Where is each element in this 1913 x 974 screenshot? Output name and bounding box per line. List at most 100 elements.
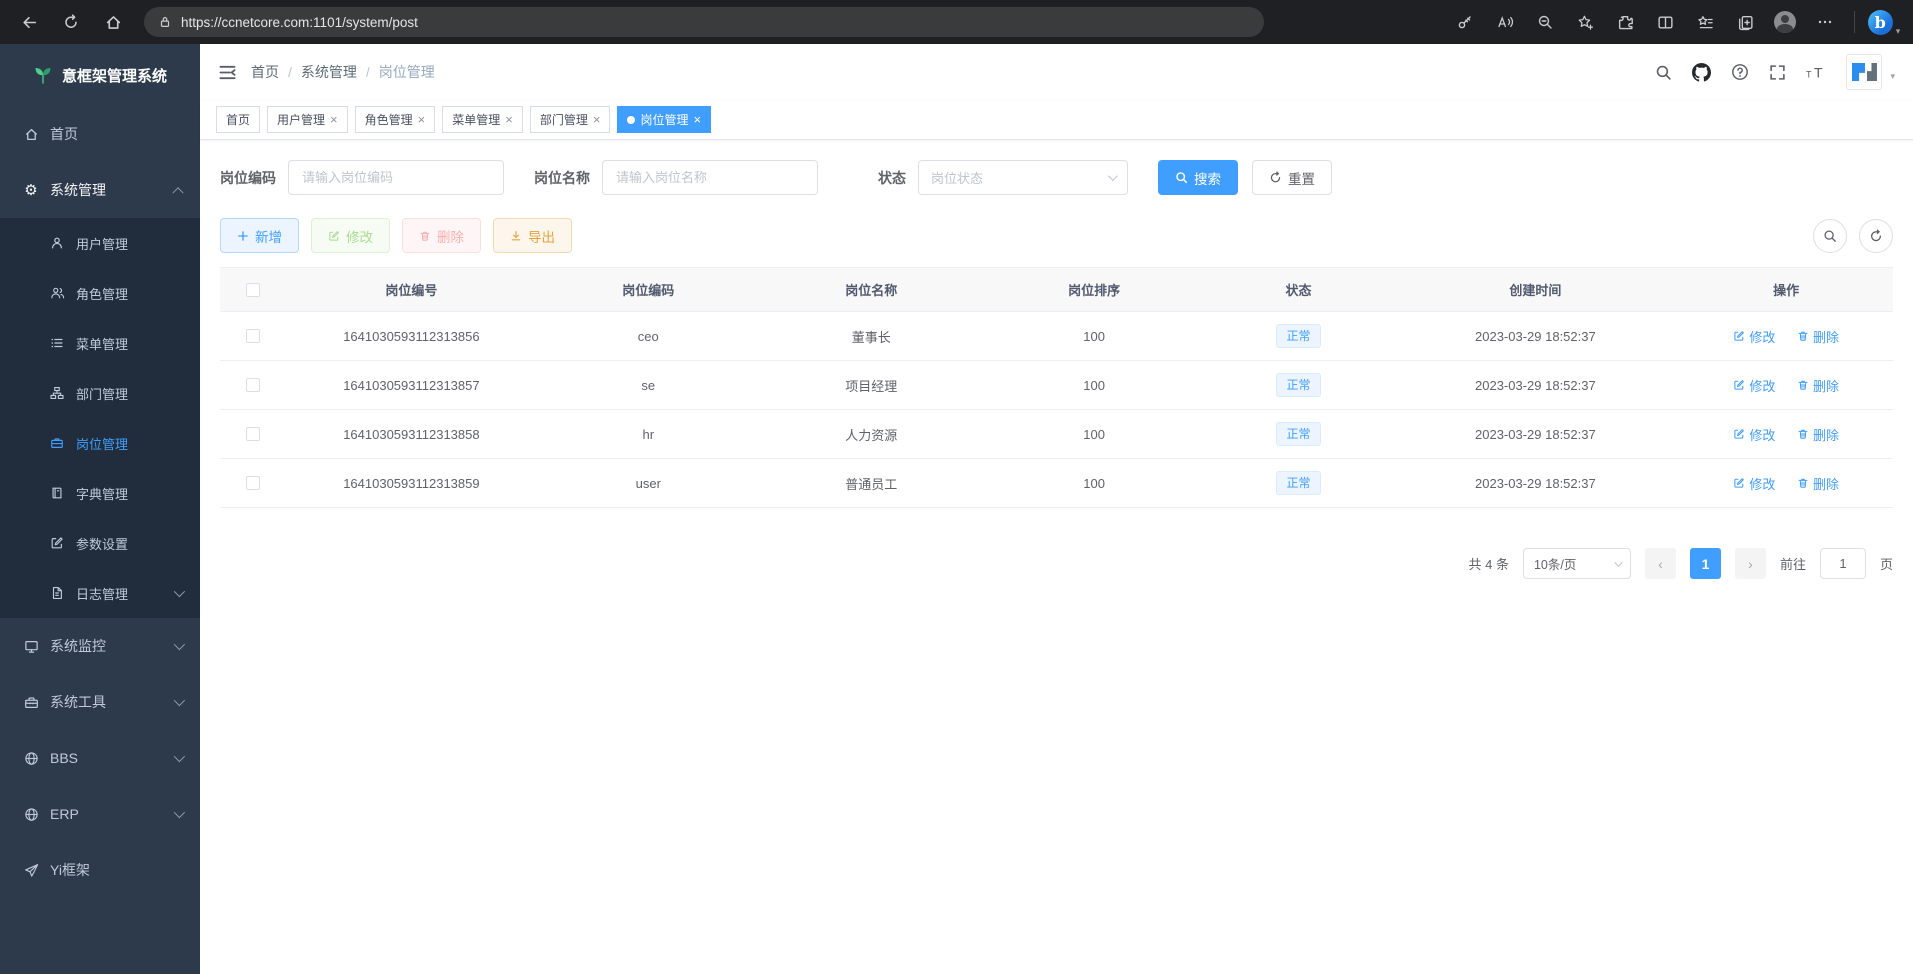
tab-home[interactable]: 首页 <box>216 106 260 133</box>
row-checkbox[interactable] <box>246 378 260 392</box>
help-icon[interactable] <box>1731 63 1749 81</box>
row-edit-link[interactable]: 修改 <box>1733 327 1775 346</box>
sidebar-item-label: 部门管理 <box>76 384 128 403</box>
breadcrumb-system[interactable]: 系统管理 <box>301 62 357 82</box>
row-checkbox[interactable] <box>246 476 260 490</box>
goto-page-input[interactable] <box>1820 548 1866 579</box>
breadcrumb-current: 岗位管理 <box>379 62 435 82</box>
favorites-bar-icon <box>1697 14 1714 31</box>
sidebar-item-dictionary-management[interactable]: 字典管理 <box>0 468 200 518</box>
row-delete-link[interactable]: 删除 <box>1797 425 1839 444</box>
split-screen-button[interactable] <box>1646 5 1684 39</box>
prev-page-button[interactable]: ‹ <box>1645 548 1676 579</box>
post-name-input[interactable] <box>602 160 818 195</box>
cell-post-sort: 100 <box>983 378 1206 393</box>
github-icon[interactable] <box>1692 63 1711 82</box>
breadcrumb-home[interactable]: 首页 <box>251 62 279 82</box>
sidebar-item-system-monitoring[interactable]: 系统监控 <box>0 618 200 674</box>
cell-post-name: 项目经理 <box>760 376 983 395</box>
row-checkbox[interactable] <box>246 427 260 441</box>
sidebar-item-label: 系统监控 <box>50 636 106 656</box>
fullscreen-icon[interactable] <box>1769 64 1786 81</box>
row-delete-label: 删除 <box>1813 425 1839 444</box>
row-delete-link[interactable]: 删除 <box>1797 474 1839 493</box>
tab-user-management[interactable]: 用户管理 × <box>267 106 348 133</box>
close-icon[interactable]: × <box>593 113 601 126</box>
cell-post-name: 普通员工 <box>760 474 983 493</box>
tab-role-management[interactable]: 角色管理 × <box>355 106 436 133</box>
back-button[interactable] <box>10 5 48 39</box>
copilot-sidebar-button[interactable]: b ▾ <box>1865 5 1903 39</box>
tab-menu-management[interactable]: 菜单管理 × <box>442 106 523 133</box>
browser-actions: b ▾ <box>1446 5 1903 39</box>
edit-button[interactable]: 修改 <box>311 218 390 253</box>
row-edit-link[interactable]: 修改 <box>1733 376 1775 395</box>
sidebar-item-user-management[interactable]: 用户管理 <box>0 218 200 268</box>
page-size-select[interactable]: 10条/页 <box>1523 548 1631 579</box>
goto-unit-label: 页 <box>1880 554 1893 573</box>
sidebar-item-bbs[interactable]: BBS <box>0 730 200 786</box>
collapse-sidebar-icon[interactable] <box>218 63 237 82</box>
page-number-button[interactable]: 1 <box>1690 548 1721 579</box>
cell-post-sort: 100 <box>983 329 1206 344</box>
tab-department-management[interactable]: 部门管理 × <box>530 106 611 133</box>
zoom-button[interactable] <box>1526 5 1564 39</box>
sidebar-item-log-management[interactable]: 日志管理 <box>0 568 200 618</box>
search-icon[interactable] <box>1655 64 1672 81</box>
column-header-post-name: 岗位名称 <box>760 280 983 299</box>
cell-post-id: 1641030593112313857 <box>286 378 537 393</box>
font-size-icon[interactable]: TT <box>1806 64 1826 81</box>
app-title: 意框架管理系统 <box>62 65 167 86</box>
search-button[interactable]: 搜索 <box>1158 160 1238 195</box>
close-icon[interactable]: × <box>418 113 426 126</box>
delete-button[interactable]: 删除 <box>402 218 481 253</box>
user-avatar[interactable] <box>1846 54 1882 90</box>
sidebar-item-yi-framework[interactable]: Yi框架 <box>0 842 200 898</box>
sidebar-item-system-management[interactable]: ⚙ 系统管理 <box>0 162 200 218</box>
sidebar-item-erp[interactable]: ERP <box>0 786 200 842</box>
settings-menu-button[interactable] <box>1806 5 1844 39</box>
sidebar-item-menu-management[interactable]: 菜单管理 <box>0 318 200 368</box>
sidebar-item-home[interactable]: 首页 <box>0 106 200 162</box>
export-button[interactable]: 导出 <box>493 218 572 253</box>
edit-button-label: 修改 <box>346 226 373 246</box>
read-aloud-button[interactable] <box>1486 5 1524 39</box>
next-page-button[interactable]: › <box>1735 548 1766 579</box>
reset-button[interactable]: 重置 <box>1252 160 1332 195</box>
sidebar-item-label: 首页 <box>50 124 78 144</box>
close-icon[interactable]: × <box>330 113 338 126</box>
sidebar-item-role-management[interactable]: 角色管理 <box>0 268 200 318</box>
row-checkbox[interactable] <box>246 329 260 343</box>
refresh-button[interactable] <box>52 5 90 39</box>
refresh-table-button[interactable] <box>1859 219 1893 253</box>
close-icon[interactable]: × <box>505 113 513 126</box>
sidebar-item-parameter-settings[interactable]: 参数设置 <box>0 518 200 568</box>
chevron-up-icon <box>172 187 183 198</box>
close-icon[interactable]: × <box>693 113 701 126</box>
add-favorite-button[interactable] <box>1566 5 1604 39</box>
show-search-button[interactable] <box>1813 219 1847 253</box>
password-key-button[interactable] <box>1446 5 1484 39</box>
select-all-checkbox[interactable] <box>246 283 260 297</box>
address-bar[interactable]: https://ccnetcore.com:1101/system/post <box>144 7 1264 37</box>
edit-icon <box>1733 428 1745 440</box>
tab-post-management[interactable]: 岗位管理 × <box>617 106 711 133</box>
profile-button[interactable] <box>1766 5 1804 39</box>
row-edit-link[interactable]: 修改 <box>1733 425 1775 444</box>
status-select[interactable]: 岗位状态 <box>918 160 1128 195</box>
collections-button[interactable] <box>1726 5 1764 39</box>
sidebar-item-post-management[interactable]: 岗位管理 <box>0 418 200 468</box>
row-delete-link[interactable]: 删除 <box>1797 376 1839 395</box>
sidebar-item-system-tools[interactable]: 系统工具 <box>0 674 200 730</box>
row-delete-link[interactable]: 删除 <box>1797 327 1839 346</box>
row-edit-link[interactable]: 修改 <box>1733 474 1775 493</box>
globe-icon <box>22 807 40 822</box>
add-button[interactable]: 新增 <box>220 218 299 253</box>
app-header: 首页 / 系统管理 / 岗位管理 TT ▾ <box>200 44 1913 100</box>
sidebar-item-department-management[interactable]: 部门管理 <box>0 368 200 418</box>
home-button[interactable] <box>94 5 132 39</box>
favorites-button[interactable] <box>1686 5 1724 39</box>
extensions-button[interactable] <box>1606 5 1644 39</box>
post-code-input[interactable] <box>288 160 504 195</box>
app-logo[interactable]: 意框架管理系统 <box>0 44 200 106</box>
